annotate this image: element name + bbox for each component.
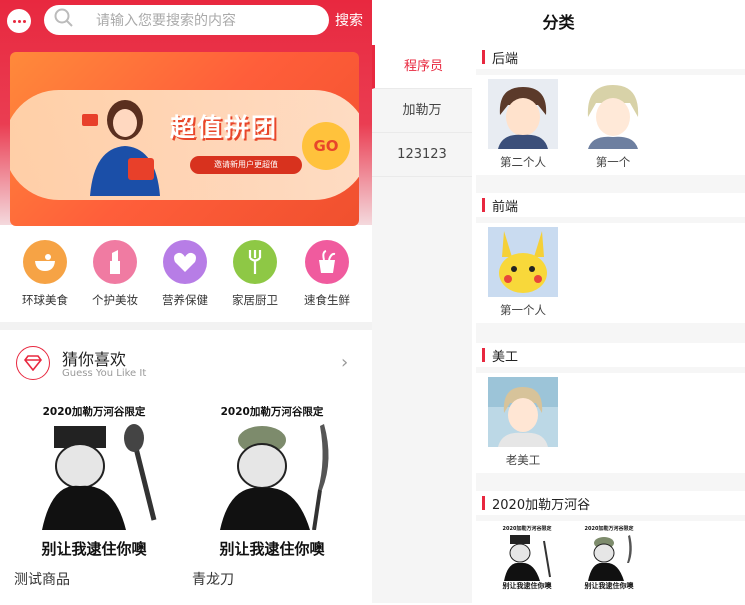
guess-you-like-header[interactable]: 猜你喜欢 Guess You Like It › [0,338,372,384]
product-card[interactable]: 2020加勒万河谷限定 别让我逮住你噢 青龙刀 [192,398,362,589]
section-title: 前端 [492,199,519,215]
category-content: 后端 第二个人 第一个 前端 第一个人 美工 老美工 2020加勒万河谷 202… [476,45,745,605]
product-image: 2020加勒万河谷限定 别让我逮住你噢 [192,398,352,563]
meme-bottom-text: 别让我逮住你噢 [502,582,552,590]
meme-top-text: 2020加勒万河谷限定 [584,526,634,532]
product-name: 青龙刀 [192,572,234,588]
lipstick-icon [93,240,137,284]
diamond-icon [16,346,50,380]
avatar-image [578,79,648,149]
guess-subtitle: Guess You Like It [62,368,147,379]
section-body: 老美工 [476,373,745,473]
search-icon [54,8,73,27]
avatar-image [488,79,558,149]
category-item-health[interactable]: 营养保健 [150,240,220,308]
category-item-beauty[interactable]: 个护美妆 [80,240,150,308]
section-title: 2020加勒万河谷 [492,497,591,513]
sidebar-item-galwan[interactable]: 加勒万 [372,89,472,133]
product-card[interactable]: 2020加勒万河谷限定 别让我逮住你噢 测试商品 [14,398,184,589]
section-title: 后端 [492,51,519,67]
promo-banner[interactable]: 超值拼团 邀请新用户更超值 GO [10,52,359,226]
meme-bottom-text: 别让我逮住你噢 [219,540,325,558]
banner-subtitle: 邀请新用户更超值 [190,156,302,174]
section-accent-bar [482,348,485,362]
product-image: 2020加勒万河谷限定 别让我逮住你噢 [14,398,174,563]
section-accent-bar [482,496,485,510]
meme-bottom-text: 别让我逮住你噢 [41,540,147,558]
tile-caption: 第一个 [595,155,631,169]
page-title: 分类 [542,13,575,32]
search-button[interactable]: 搜索 [335,10,363,30]
category-panel: 分类 程序员 加勒万 123123 后端 第二个人 第一个 前端 第一个人 美工… [372,0,745,605]
search-input[interactable]: 请输入您要搜索的内容 [44,5,329,35]
sidebar-item-programmer[interactable]: 程序员 [372,45,472,89]
avatar-image [488,377,558,447]
fork-icon [233,240,277,284]
category-section-backend: 后端 第二个人 第一个 [476,45,745,175]
meme-top-text: 2020加勒万河谷限定 [502,526,552,532]
section-header: 2020加勒万河谷 [476,491,745,515]
category-section-galwan: 2020加勒万河谷 2020加勒万河谷限定 别让我逮住你噢 2020加勒万河谷限… [476,491,745,605]
category-label: 家居厨卫 [232,293,278,307]
section-title: 美工 [492,349,519,365]
meme-thumbnail[interactable]: 2020加勒万河谷限定 别让我逮住你噢 [576,523,642,593]
section-divider [0,322,372,330]
meme-top-text: 2020加勒万河谷限定 [220,406,324,418]
category-label: 营养保健 [162,293,208,307]
pikachu-image [488,227,558,297]
section-accent-bar [482,198,485,212]
section-body: 2020加勒万河谷限定 别让我逮住你噢 2020加勒万河谷限定 别让我逮住你噢 [476,521,745,605]
category-section-designer: 美工 老美工 [476,343,745,473]
section-header: 后端 [476,45,745,69]
section-header: 美工 [476,343,745,367]
banner-go-badge: GO [302,122,350,170]
tile-caption: 第一个人 [500,303,546,317]
meme-figure [42,424,157,530]
product-name: 测试商品 [14,572,70,588]
category-label: 个护美妆 [92,293,138,307]
meme-thumbnail[interactable]: 2020加勒万河谷限定 别让我逮住你噢 [494,523,560,593]
meme-figure [220,424,329,530]
tile-caption: 老美工 [505,453,541,467]
category-sidebar: 程序员 加勒万 123123 [372,45,472,603]
category-tile[interactable]: 第一个 [578,79,648,170]
section-accent-bar [482,50,485,64]
sidebar-item-123123[interactable]: 123123 [372,133,472,177]
heart-icon [163,240,207,284]
category-tile[interactable]: 第一个人 [488,227,558,318]
meme-figure [588,535,632,581]
category-item-fresh[interactable]: 速食生鲜 [292,240,362,308]
category-tile[interactable]: 第二个人 [488,79,558,170]
chevron-right-icon[interactable]: › [341,352,348,373]
category-row: 环球美食 个护美妆 营养保健 家居厨卫 速食生鲜 [0,240,372,310]
food-icon [23,240,67,284]
category-section-frontend: 前端 第一个人 [476,193,745,323]
meme-top-text: 2020加勒万河谷限定 [42,406,146,418]
meme-bottom-text: 别让我逮住你噢 [584,582,634,590]
search-placeholder: 请输入您要搜索的内容 [96,13,236,29]
category-label: 速食生鲜 [304,293,350,307]
category-item-home[interactable]: 家居厨卫 [220,240,290,308]
category-label: 环球美食 [22,293,68,307]
meme-figure [504,535,551,581]
banner-title: 超值拼团 [170,113,279,142]
section-body: 第一个人 [476,223,745,323]
section-header: 前端 [476,193,745,217]
message-icon[interactable] [7,9,31,33]
fresh-food-icon [305,240,349,284]
guess-title: 猜你喜欢 [62,350,127,369]
category-item-food[interactable]: 环球美食 [10,240,80,308]
tile-caption: 第二个人 [500,155,546,169]
home-panel: 请输入您要搜索的内容 搜索 超值拼团 邀请新用户更超值 GO 环球美食 个护美妆… [0,0,372,603]
banner-illustration [82,100,160,196]
category-tile[interactable]: 老美工 [488,377,558,468]
section-body: 第二个人 第一个 [476,75,745,175]
